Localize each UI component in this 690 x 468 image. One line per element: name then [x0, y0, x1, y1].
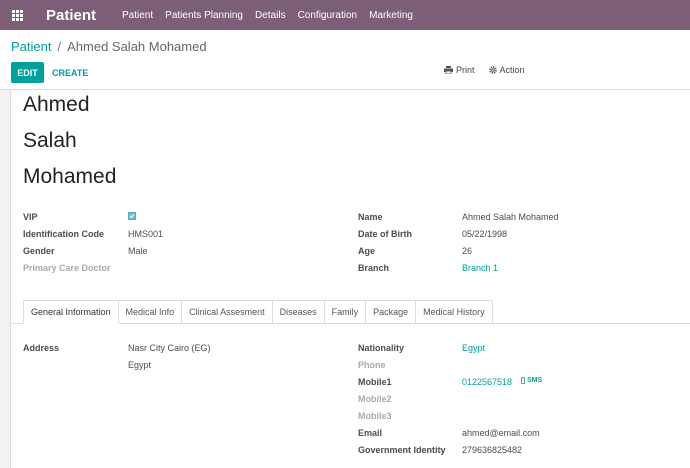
branch-label: Branch — [358, 263, 390, 273]
tab-package[interactable]: Package — [366, 300, 417, 324]
mobile3-label: Mobile3 — [358, 411, 392, 421]
date-of-birth-value: 05/22/1998 — [462, 229, 508, 239]
nationality-link[interactable]: Egypt — [462, 343, 485, 353]
date-of-birth-label: Date of Birth — [358, 229, 412, 239]
nationality-label: Nationality — [358, 343, 405, 353]
vip-checkbox[interactable] — [128, 212, 136, 220]
create-button[interactable]: CREATE — [52, 62, 88, 83]
government-identity-label: Government Identity — [358, 445, 446, 455]
print-label: Print — [456, 65, 475, 75]
mobile1-label: Mobile1 — [358, 377, 392, 387]
menu-item-marketing[interactable]: Marketing — [369, 10, 413, 21]
tab-diseases[interactable]: Diseases — [272, 300, 325, 324]
control-panel-actions: Print Action — [444, 65, 539, 75]
top-navbar: Patient Patient Patients Planning Detail… — [0, 0, 690, 30]
gender-value: Male — [128, 246, 148, 256]
menu-item-patient[interactable]: Patient — [122, 10, 153, 21]
vip-label: VIP — [23, 212, 38, 222]
tab-medical-info[interactable]: Medical Info — [118, 300, 183, 324]
branch-link[interactable]: Branch 1 — [462, 263, 498, 273]
gender-label: Gender — [23, 246, 55, 256]
tab-general-information[interactable]: General Information — [23, 300, 119, 324]
breadcrumb-parent-link[interactable]: Patient — [11, 39, 51, 54]
address-line-1: Nasr City Cairo (EG) — [128, 343, 211, 353]
age-label: Age — [358, 246, 376, 256]
mobile1-link[interactable]: 0122567518 — [462, 377, 512, 387]
print-icon — [444, 66, 453, 74]
app-title[interactable]: Patient — [46, 7, 96, 24]
patient-name-line-2: Salah — [23, 129, 77, 152]
control-panel: Patient / Ahmed Salah Mohamed EDIT CREAT… — [0, 30, 690, 90]
menu-item-patients-planning[interactable]: Patients Planning — [165, 10, 243, 21]
mobile2-label: Mobile2 — [358, 394, 392, 404]
apps-menu-icon[interactable] — [0, 0, 34, 30]
mobile-phone-icon — [521, 377, 525, 384]
notebook-tabs: General Information Medical Info Clinica… — [23, 300, 493, 324]
patient-name-line-3: Mohamed — [23, 165, 117, 188]
action-label: Action — [499, 65, 525, 75]
email-value: ahmed@email.com — [462, 428, 540, 438]
top-menu: Patient Patients Planning Details Config… — [122, 10, 425, 21]
tab-clinical-assesment[interactable]: Clinical Assesment — [182, 300, 273, 324]
menu-item-details[interactable]: Details — [255, 10, 286, 21]
address-line-2: Egypt — [128, 360, 152, 370]
sms-button[interactable]: SMS — [521, 377, 542, 384]
menu-item-configuration[interactable]: Configuration — [298, 10, 357, 21]
form-sheet: Ahmed Salah Mohamed VIP Identification C… — [10, 90, 690, 468]
phone-label: Phone — [358, 360, 386, 370]
tab-medical-history[interactable]: Medical History — [416, 300, 493, 324]
patient-name-line-1: Ahmed — [23, 93, 90, 116]
identification-code-value: HMS001 — [128, 229, 164, 239]
check-icon — [129, 214, 135, 219]
sms-label: SMS — [527, 377, 543, 384]
breadcrumb-current: Ahmed Salah Mohamed — [67, 39, 207, 54]
name-value: Ahmed Salah Mohamed — [462, 212, 559, 222]
age-value: 26 — [462, 246, 473, 256]
name-label: Name — [358, 212, 383, 222]
primary-care-doctor-label: Primary Care Doctor — [23, 263, 111, 273]
breadcrumb: Patient / Ahmed Salah Mohamed — [11, 39, 207, 54]
edit-button[interactable]: EDIT — [11, 62, 44, 83]
government-identity-value: 279636825482 — [462, 445, 523, 455]
print-button[interactable]: Print — [444, 65, 475, 75]
address-label: Address — [23, 343, 60, 353]
breadcrumb-separator: / — [57, 39, 62, 54]
email-label: Email — [358, 428, 383, 438]
action-button[interactable]: Action — [488, 65, 525, 75]
tab-family[interactable]: Family — [324, 300, 367, 324]
gear-icon — [488, 66, 497, 74]
identification-code-label: Identification Code — [23, 229, 104, 239]
